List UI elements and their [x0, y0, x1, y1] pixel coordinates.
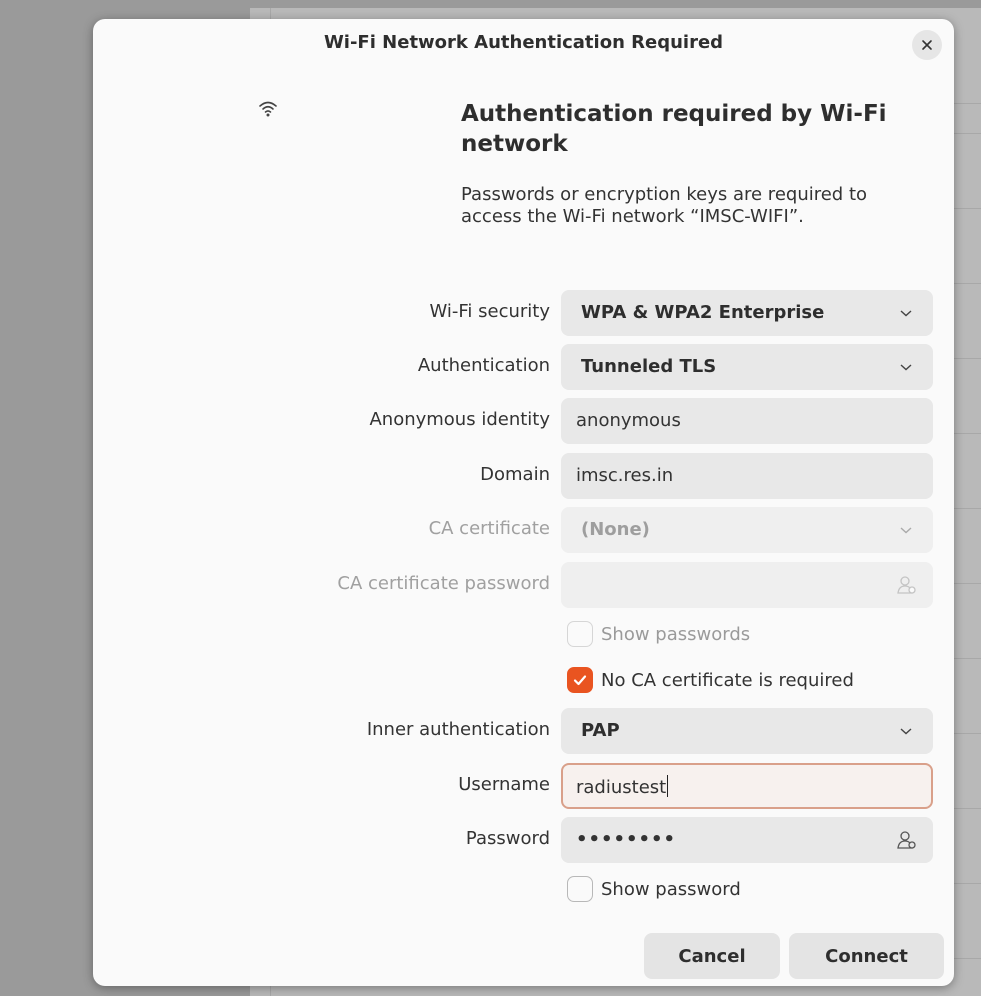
ca-certificate-value: (None): [581, 519, 650, 540]
show-password-checkbox[interactable]: [567, 876, 593, 902]
close-button[interactable]: [912, 30, 942, 60]
wifi-security-value: WPA & WPA2 Enterprise: [581, 302, 825, 323]
authentication-label: Authentication: [417, 355, 550, 376]
chevron-down-icon: [900, 310, 912, 317]
show-passwords-label: Show passwords: [601, 623, 751, 645]
show-password-label: Show password: [601, 878, 741, 900]
inner-authentication-dropdown[interactable]: PAP: [561, 708, 933, 754]
username-value: radiustest: [576, 777, 667, 798]
ca-certificate-password-input[interactable]: [561, 562, 933, 608]
cancel-button[interactable]: Cancel: [644, 933, 780, 979]
show-passwords-checkbox[interactable]: [567, 621, 593, 647]
show-passwords-row[interactable]: Show passwords: [567, 619, 750, 649]
show-password-row[interactable]: Show password: [567, 874, 741, 904]
chevron-down-icon: [900, 364, 912, 371]
checkmark-icon: [573, 675, 587, 686]
connect-button[interactable]: Connect: [789, 933, 944, 979]
ca-certificate-dropdown[interactable]: (None): [561, 507, 933, 553]
wifi-security-dropdown[interactable]: WPA & WPA2 Enterprise: [561, 290, 933, 336]
no-ca-required-row[interactable]: No CA certificate is required: [567, 665, 854, 695]
inner-authentication-label: Inner authentication: [366, 719, 550, 740]
username-input[interactable]: radiustest: [561, 763, 933, 809]
authentication-dropdown[interactable]: Tunneled TLS: [561, 344, 933, 390]
password-label: Password: [465, 828, 550, 849]
anonymous-identity-input[interactable]: anonymous: [561, 398, 933, 444]
anonymous-identity-label: Anonymous identity: [369, 409, 550, 430]
wifi-icon: [259, 101, 277, 117]
password-input[interactable]: ••••••••: [561, 817, 933, 863]
domain-input[interactable]: imsc.res.in: [561, 453, 933, 499]
dialog-message: Passwords or encryption keys are require…: [461, 184, 868, 227]
no-ca-required-checkbox[interactable]: [567, 667, 593, 693]
titlebar: Wi-Fi Network Authentication Required: [93, 19, 954, 69]
ca-certificate-label: CA certificate: [428, 518, 550, 539]
user-key-icon[interactable]: [895, 829, 917, 851]
authentication-value: Tunneled TLS: [581, 356, 717, 377]
dialog-title: Wi-Fi Network Authentication Required: [323, 32, 724, 53]
user-key-icon[interactable]: [895, 574, 917, 596]
anonymous-identity-value: anonymous: [576, 410, 681, 431]
password-value: ••••••••: [576, 829, 677, 850]
domain-value: imsc.res.in: [576, 465, 674, 486]
chevron-down-icon: [900, 728, 912, 735]
username-label: Username: [458, 774, 550, 795]
wifi-security-label: Wi-Fi security: [429, 301, 550, 322]
inner-authentication-value: PAP: [581, 720, 620, 741]
ca-certificate-password-label: CA certificate password: [337, 573, 550, 594]
close-icon: [922, 40, 932, 50]
domain-label: Domain: [480, 464, 550, 485]
chevron-down-icon: [900, 527, 912, 534]
text-caret: [667, 775, 669, 797]
wifi-auth-dialog: Wi-Fi Network Authentication Required Au…: [93, 19, 954, 986]
no-ca-required-label: No CA certificate is required: [601, 669, 854, 691]
dialog-heading: Authentication required by Wi-Fi network: [461, 101, 887, 157]
